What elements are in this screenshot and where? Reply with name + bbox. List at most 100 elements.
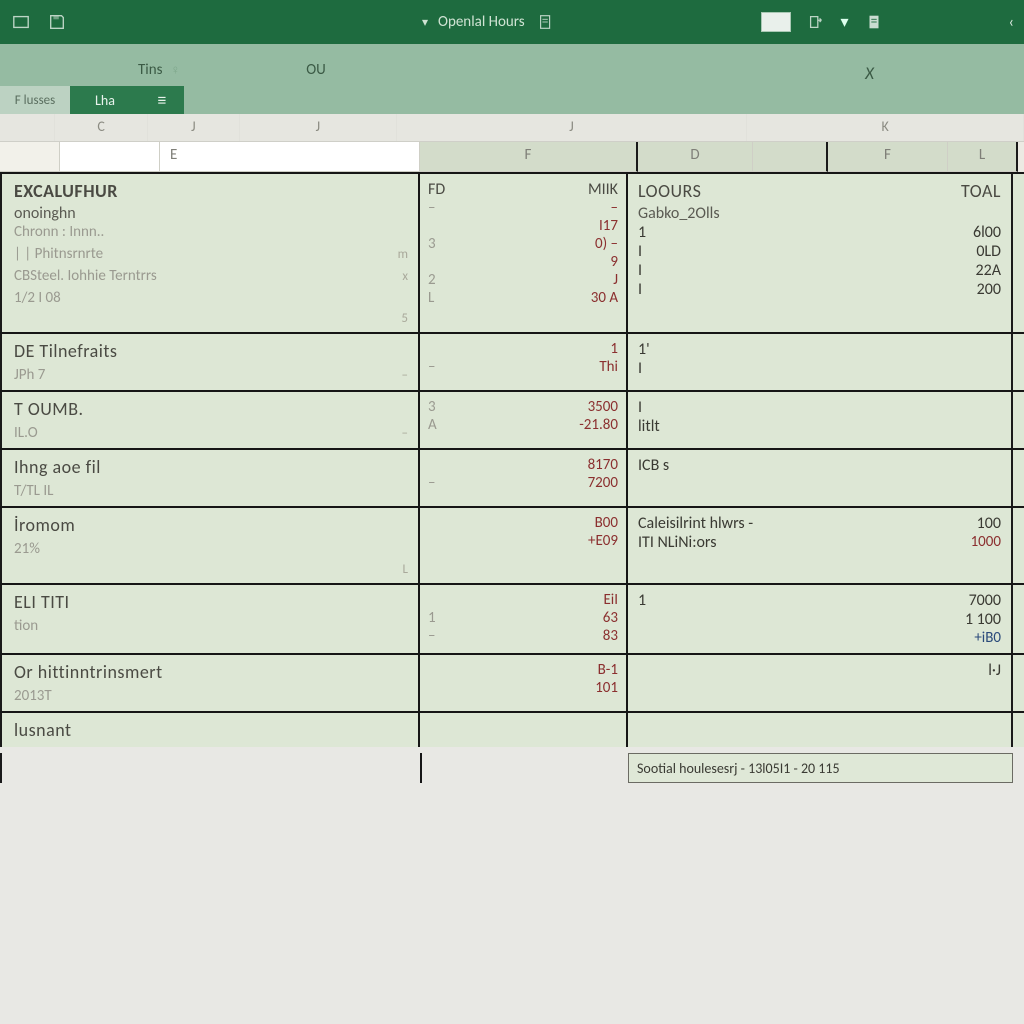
col-blank[interactable]: [0, 142, 60, 172]
mid-row[interactable]: 9: [428, 253, 618, 271]
mid-row[interactable]: B00: [428, 514, 618, 532]
right-row[interactable]: I0LD: [638, 242, 1001, 261]
section-left[interactable]: ELI TITItion: [0, 585, 420, 653]
right-row[interactable]: I200: [638, 280, 1001, 299]
chevron-left-icon[interactable]: ‹: [1009, 13, 1014, 32]
col-d[interactable]: D: [638, 142, 753, 172]
section-mid[interactable]: 1–Thi: [420, 334, 628, 390]
section-right[interactable]: LOOURSTOALGabko_2Olls16l00I0LDI22AI200: [628, 174, 1013, 332]
section-left[interactable]: DE TilnefraitsJPh 7–: [0, 334, 420, 390]
right-row[interactable]: 17000: [638, 591, 1001, 610]
col-blank2[interactable]: [60, 142, 160, 172]
left-row[interactable]: tion: [14, 617, 408, 635]
col-l[interactable]: L: [948, 142, 1018, 172]
mid-row[interactable]: 163: [428, 609, 618, 627]
section-left[interactable]: İromom21%L: [0, 508, 420, 583]
section-mid[interactable]: 33500A-21.80: [420, 392, 628, 448]
right-header: LOOURSTOAL: [638, 180, 1001, 202]
left-row[interactable]: L: [14, 562, 408, 577]
left-row[interactable]: 2013T: [14, 687, 408, 705]
mid-row[interactable]: +E09: [428, 532, 618, 550]
section-mid[interactable]: EiI163–83: [420, 585, 628, 653]
left-row[interactable]: IL.O–: [14, 424, 408, 442]
section-right[interactable]: Caleisilrint hlwrs -100ITI NLiNi:ors1000: [628, 508, 1013, 583]
left-row[interactable]: | | Phitnsrnrtem: [14, 245, 408, 263]
col-header[interactable]: [0, 114, 55, 141]
left-row[interactable]: CBSteel. Iohhie Terntrrsx: [14, 267, 408, 285]
mid-row[interactable]: –83: [428, 627, 618, 645]
left-row[interactable]: 5: [14, 311, 408, 326]
section-left[interactable]: Or hittinntrinsmert2013T: [0, 655, 420, 711]
section-title: lusnant: [14, 719, 408, 741]
section-left[interactable]: lusnant: [0, 713, 420, 747]
mid-row[interactable]: 30) –: [428, 235, 618, 253]
mid-row[interactable]: A-21.80: [428, 416, 618, 434]
mid-row[interactable]: –Thi: [428, 358, 618, 376]
mid-row[interactable]: EiI: [428, 591, 618, 609]
mid-row[interactable]: 8170: [428, 456, 618, 474]
sheet-tab-menu[interactable]: ≡: [140, 86, 184, 114]
col-j3[interactable]: J: [397, 114, 747, 141]
left-row[interactable]: 21%: [14, 540, 408, 558]
tab-ou[interactable]: OU: [288, 56, 344, 84]
right-row[interactable]: I: [638, 398, 1001, 417]
section-left[interactable]: T OUMB.IL.O–: [0, 392, 420, 448]
right-row[interactable]: ITI NLiNi:ors1000: [638, 533, 1001, 552]
left-row[interactable]: 1/2 I 08: [14, 289, 408, 307]
chevron-down-icon[interactable]: ▾: [422, 15, 428, 30]
section-mid[interactable]: B-1101: [420, 655, 628, 711]
right-row[interactable]: litlt: [638, 417, 1001, 436]
right-row[interactable]: +iB0: [638, 629, 1001, 647]
section-mid[interactable]: [420, 713, 628, 747]
right-row[interactable]: Caleisilrint hlwrs -100: [638, 514, 1001, 533]
mid-row[interactable]: I17: [428, 217, 618, 235]
section-left[interactable]: Ihng aoe filT/TL IL: [0, 450, 420, 506]
right-row[interactable]: l·J: [638, 661, 1001, 680]
save-icon[interactable]: [46, 11, 68, 33]
left-row[interactable]: T/TL IL: [14, 482, 408, 500]
left-row[interactable]: JPh 7–: [14, 366, 408, 384]
section-right[interactable]: Ilitlt: [628, 392, 1013, 448]
section-right[interactable]: ICB s: [628, 450, 1013, 506]
mid-row[interactable]: 33500: [428, 398, 618, 416]
col-k[interactable]: K: [747, 114, 1024, 141]
section-right[interactable]: l·J: [628, 655, 1013, 711]
col-f2[interactable]: F: [828, 142, 948, 172]
right-row[interactable]: 16l00: [638, 223, 1001, 242]
page-icon[interactable]: [863, 11, 885, 33]
col-e[interactable]: E: [160, 142, 420, 172]
mid-row[interactable]: B-1: [428, 661, 618, 679]
right-row[interactable]: 1': [638, 340, 1001, 359]
col-j[interactable]: J: [148, 114, 240, 141]
section-mid[interactable]: B00+E09: [420, 508, 628, 583]
section-right[interactable]: 170001 100+iB0: [628, 585, 1013, 653]
mid-row[interactable]: 101: [428, 679, 618, 697]
col-blank3[interactable]: [753, 142, 828, 172]
col-j2[interactable]: J: [240, 114, 397, 141]
right-row[interactable]: I22A: [638, 261, 1001, 280]
col-f[interactable]: F: [420, 142, 638, 172]
section-left[interactable]: EXCALUFHURonoinghnChronn : Innn..| | Phi…: [0, 174, 420, 332]
mid-row[interactable]: 2J: [428, 271, 618, 289]
section-right[interactable]: 1'I: [628, 334, 1013, 390]
col-c[interactable]: C: [55, 114, 147, 141]
export-icon[interactable]: [805, 11, 827, 33]
right-row[interactable]: ICB s: [638, 456, 1001, 475]
sheet-tab-active[interactable]: Lha: [70, 86, 140, 114]
right-row[interactable]: I: [638, 359, 1001, 378]
chevron-down-icon[interactable]: ▾: [841, 12, 849, 32]
section-right[interactable]: [628, 713, 1013, 747]
mid-row[interactable]: ––: [428, 199, 618, 217]
right-row[interactable]: 1 100: [638, 610, 1001, 629]
mid-row[interactable]: –7200: [428, 474, 618, 492]
spreadsheet-grid[interactable]: EXCALUFHURonoinghnChronn : Innn..| | Phi…: [0, 172, 1024, 747]
mid-cell-r: B-1: [523, 661, 618, 679]
mid-row[interactable]: L30 A: [428, 289, 618, 307]
section-mid[interactable]: 8170–7200: [420, 450, 628, 506]
mid-row[interactable]: 1: [428, 340, 618, 358]
section-mid[interactable]: FDMIIK––I1730) –92JL30 A: [420, 174, 628, 332]
sheet-tab-1[interactable]: F lusses: [0, 86, 70, 114]
mid-cell-r: 7200: [523, 474, 618, 492]
tab-tins[interactable]: Tins ♀: [120, 56, 198, 84]
search-box[interactable]: [761, 12, 791, 32]
